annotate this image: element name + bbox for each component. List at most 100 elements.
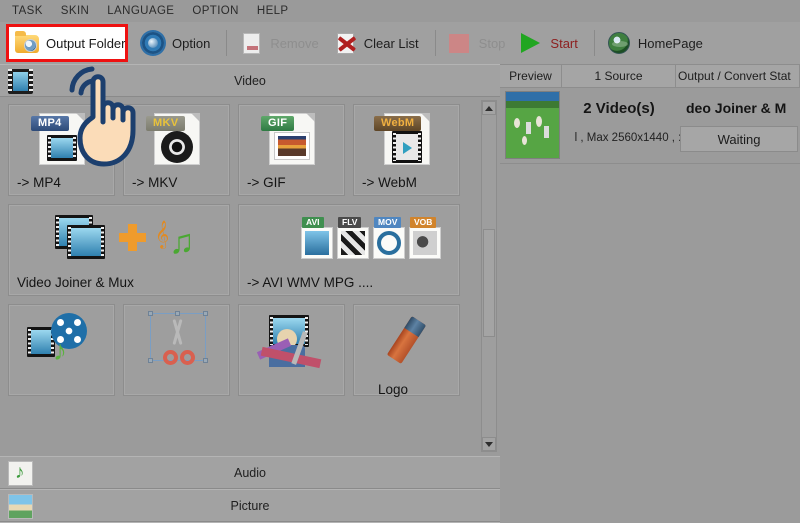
toolbar-separator-3 — [593, 30, 595, 56]
tile-to-gif[interactable]: GIF -> GIF — [238, 104, 345, 196]
eraser-icon — [386, 316, 427, 364]
category-list: Audio Picture Document ROM Device\DVD\CD… — [0, 456, 500, 523]
output-folder-label: Output Folder — [46, 35, 126, 51]
clear-list-label: Clear List — [363, 35, 419, 51]
task-row[interactable]: 2 Video(s) l , Max 2560x1440 , : deo Joi… — [500, 88, 800, 164]
mov-mini-icon: MOV — [373, 217, 405, 259]
left-panel: Video MP4 -> MP4 MKV -> MKV GIF -> GIF W… — [0, 64, 500, 523]
gear-icon — [140, 30, 166, 56]
video-grid-scrollbar[interactable] — [481, 100, 497, 452]
folder-icon — [14, 30, 40, 56]
homepage-label: HomePage — [637, 35, 703, 51]
scrollbar-thumb[interactable] — [483, 229, 495, 337]
tile-row-3: ♪ Logo — [8, 304, 478, 404]
avi-mini-icon: AVI — [301, 217, 333, 259]
video-tile-grid: MP4 -> MP4 MKV -> MKV GIF -> GIF WebM ->… — [0, 98, 500, 456]
menu-item-option[interactable]: OPTION — [192, 5, 239, 17]
column-header-output[interactable]: Output / Convert Stat — [676, 64, 800, 88]
play-triangle-icon — [518, 30, 544, 56]
option-label: Option — [172, 35, 211, 51]
mkv-badge: MKV — [146, 116, 186, 131]
stop-label: Stop — [478, 35, 506, 51]
tile-to-mkv[interactable]: MKV -> MKV — [123, 104, 230, 196]
start-button[interactable]: Start — [514, 26, 586, 60]
vob-mini-icon: VOB — [409, 217, 441, 259]
video-joiner-art: ♫ 𝄞 — [9, 211, 229, 267]
output-folder-button[interactable]: Output Folder — [6, 24, 128, 62]
menu-item-help[interactable]: HELP — [257, 5, 289, 17]
red-x-icon — [332, 30, 358, 56]
mp4-badge: MP4 — [31, 116, 69, 131]
menu-bar: TASK SKIN LANGUAGE OPTION HELP — [0, 0, 800, 22]
task-list-header: Preview 1 Source Output / Convert Stat — [500, 64, 800, 88]
webm-art: WebM — [354, 111, 459, 167]
category-audio[interactable]: Audio — [0, 456, 500, 489]
tile-to-gif-label: -> GIF — [247, 175, 286, 190]
mp4-art: MP4 — [9, 111, 114, 167]
app-window: TASK SKIN LANGUAGE OPTION HELP Option Re… — [0, 0, 800, 523]
remove-button[interactable]: Remove — [234, 26, 327, 60]
tile-logo[interactable]: Logo — [353, 304, 460, 397]
audio-note-icon — [8, 461, 33, 486]
source-meta: l , Max 2560x1440 , : — [574, 132, 682, 144]
effects-art — [239, 311, 344, 369]
category-audio-label: Audio — [234, 465, 266, 480]
tile-row-2: ♫ 𝄞 Video Joiner & Mux AVI FLV MOV VOB -… — [8, 204, 478, 304]
option-button[interactable]: Option — [136, 26, 219, 60]
mkv-art: MKV — [124, 111, 229, 167]
source-count: 2 Video(s) — [583, 100, 655, 117]
category-video[interactable]: Video — [0, 64, 500, 97]
column-header-preview[interactable]: Preview — [500, 64, 562, 88]
tile-video-joiner-mux[interactable]: ♫ 𝄞 Video Joiner & Mux — [8, 204, 230, 296]
toolbar-separator-2 — [434, 30, 436, 56]
toolbar-separator-1 — [226, 30, 228, 56]
tile-logo-label: Logo — [378, 382, 409, 397]
webm-badge: WebM — [374, 116, 422, 131]
soccer-field-thumbnail — [505, 91, 560, 159]
film-reel-note-art: ♪ — [9, 311, 114, 367]
tile-to-webm-label: -> WebM — [362, 175, 417, 190]
gif-badge: GIF — [261, 116, 295, 131]
menu-item-task[interactable]: TASK — [12, 5, 43, 17]
tile-to-mkv-label: -> MKV — [132, 175, 178, 190]
category-picture-label: Picture — [230, 498, 270, 513]
tile-to-avi-wmv-mpg[interactable]: AVI FLV MOV VOB -> AVI WMV MPG .... — [238, 204, 460, 296]
scroll-down-arrow[interactable] — [482, 437, 496, 451]
start-label: Start — [550, 35, 578, 51]
right-panel: Preview 1 Source Output / Convert Stat 2… — [500, 64, 800, 523]
scissors-crop-art — [124, 311, 229, 367]
avi-formats-art: AVI FLV MOV VOB — [239, 211, 459, 267]
category-picture[interactable]: Picture — [0, 489, 500, 522]
stop-square-icon — [447, 30, 473, 56]
tile-crop-cut[interactable] — [123, 304, 230, 396]
remove-label: Remove — [270, 35, 319, 51]
tile-to-mp4[interactable]: MP4 -> MP4 — [8, 104, 115, 196]
homepage-button[interactable]: HomePage — [602, 26, 712, 60]
column-header-source[interactable]: 1 Source — [562, 64, 676, 88]
film-strip-icon — [8, 69, 33, 94]
tile-avi-wmv-mpg-label: -> AVI WMV MPG .... — [247, 275, 374, 290]
document-remove-icon — [238, 30, 264, 56]
tile-video-to-audio[interactable]: ♪ — [8, 304, 115, 396]
tile-effects[interactable] — [238, 304, 345, 396]
eraser-art — [354, 311, 459, 367]
menu-item-skin[interactable]: SKIN — [61, 5, 89, 17]
menu-item-language[interactable]: LANGUAGE — [107, 5, 174, 17]
category-video-label: Video — [234, 73, 266, 88]
globe-icon — [606, 30, 632, 56]
picture-icon — [8, 494, 33, 519]
tile-to-webm[interactable]: WebM -> WebM — [353, 104, 460, 196]
scissors-icon — [163, 319, 195, 365]
status-badge[interactable]: Waiting — [680, 126, 798, 152]
flv-mini-icon: FLV — [337, 217, 369, 259]
tile-video-joiner-label: Video Joiner & Mux — [17, 275, 134, 290]
tile-row-1: MP4 -> MP4 MKV -> MKV GIF -> GIF WebM ->… — [8, 104, 478, 204]
clear-list-button[interactable]: Clear List — [328, 26, 428, 60]
stop-button[interactable]: Stop — [443, 26, 515, 60]
scroll-up-arrow[interactable] — [482, 101, 496, 115]
clef-icon: 𝄞 — [155, 221, 170, 248]
music-note-icon: ♫ — [169, 223, 195, 261]
gif-art: GIF — [239, 111, 344, 167]
tile-to-mp4-label: -> MP4 — [17, 175, 61, 190]
output-task-name: deo Joiner & M — [686, 100, 787, 116]
